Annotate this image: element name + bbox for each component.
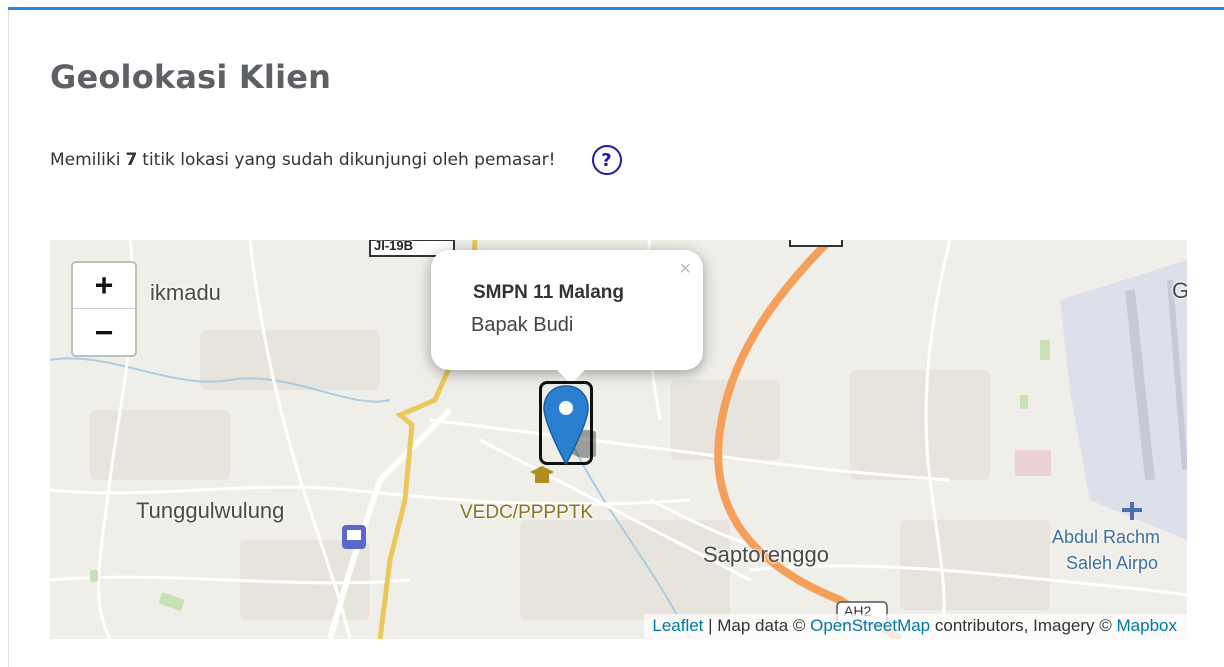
road-label: Jl-19B [374, 240, 414, 253]
popup-subtitle: Bapak Budi [471, 314, 574, 336]
place-label-tunggulwulung: Tunggulwulung [136, 498, 285, 523]
place-label-airport-line1: Abdul Rachm [1052, 527, 1161, 547]
summary-suffix: titik lokasi yang sudah dikunjungi oleh … [142, 150, 556, 170]
place-label-saptorenggo: Saptorenggo [703, 542, 829, 567]
summary-prefix: Memiliki [50, 150, 121, 170]
openstreetmap-link[interactable]: OpenStreetMap [810, 616, 930, 635]
map-container[interactable]: ikmadu Tunggulwulung VEDC/PPPPTK Saptore… [50, 240, 1187, 639]
mapbox-link[interactable]: Mapbox [1117, 616, 1177, 635]
place-label-sikmadu: ikmadu [150, 280, 221, 305]
zoom-out-button[interactable]: − [73, 309, 135, 355]
map-marker[interactable] [539, 381, 596, 466]
attribution-separator: | Map data © [703, 616, 811, 635]
visit-summary: Memiliki 7 titik lokasi yang sudah dikun… [50, 145, 622, 175]
map-pin-icon [543, 385, 596, 466]
question-circle-icon[interactable]: ? [591, 145, 622, 175]
page-title: Geolokasi Klien [50, 58, 332, 96]
card-top-border [0, 0, 1224, 10]
place-label-vedc: VEDC/PPPPTK [460, 502, 594, 523]
place-label-airport-line2: Saleh Airpo [1066, 553, 1159, 573]
attribution-middle: contributors, Imagery © [930, 616, 1117, 635]
card-left-border [8, 10, 9, 667]
popup-close-button[interactable]: × [679, 258, 691, 281]
summary-count: 7 [125, 150, 138, 170]
place-label-edge: G [1172, 278, 1187, 303]
popup-title: SMPN 11 Malang [473, 282, 624, 303]
leaflet-link[interactable]: Leaflet [652, 616, 703, 635]
map-attribution: Leaflet | Map data © OpenStreetMap contr… [644, 614, 1187, 639]
zoom-control: + − [71, 261, 137, 357]
zoom-in-button[interactable]: + [73, 263, 135, 309]
marker-popup: × SMPN 11 Malang Bapak Budi [431, 250, 703, 384]
